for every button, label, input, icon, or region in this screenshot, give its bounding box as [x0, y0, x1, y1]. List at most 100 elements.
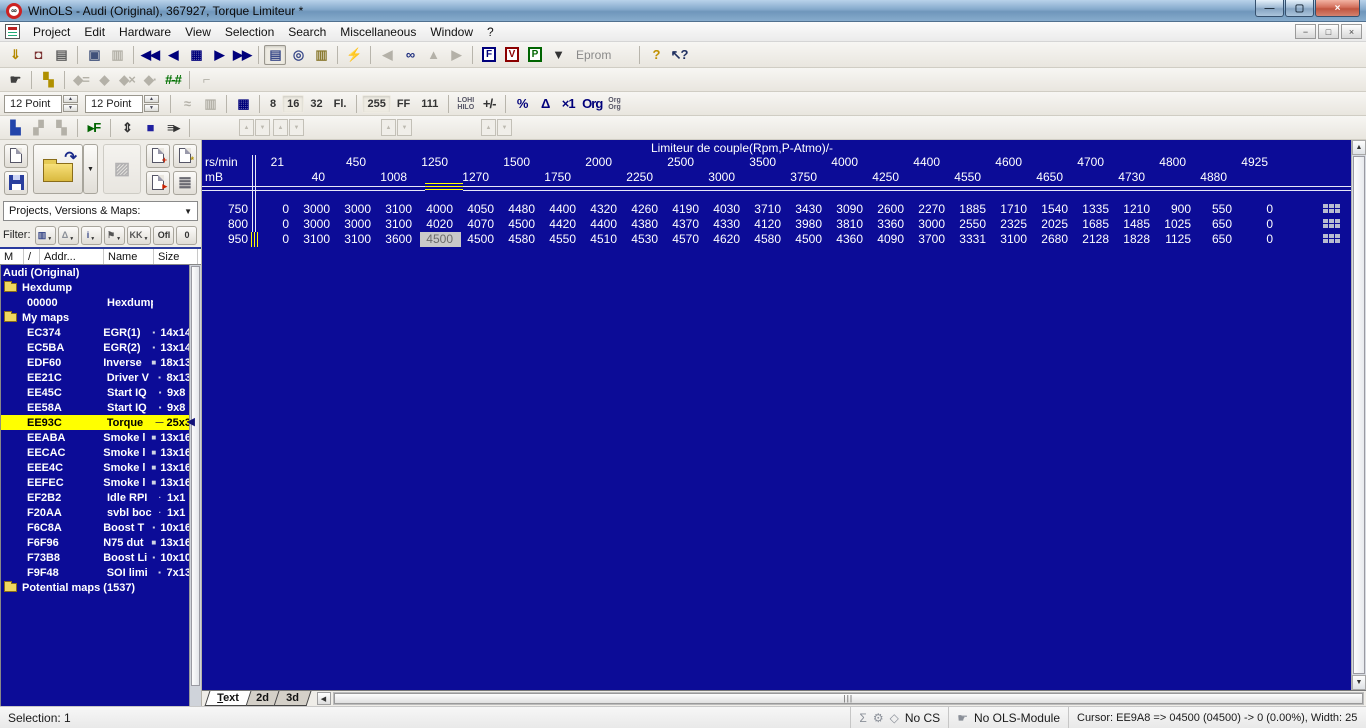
tree-map-row[interactable]: EDF60 Inverse ■ 18x13 — [1, 355, 191, 370]
search-preview-icon[interactable]: ◎ — [287, 45, 309, 65]
map-cell[interactable]: 1485 — [1117, 217, 1158, 232]
tab-3d[interactable]: 3d — [273, 691, 311, 706]
map-cell[interactable]: 1210 — [1117, 202, 1158, 217]
sign-button[interactable]: +/- — [478, 94, 500, 114]
tree-folder-row[interactable]: My maps — [1, 310, 191, 325]
map-cell[interactable]: 4510 — [584, 232, 625, 247]
map-cell[interactable]: 3360 — [871, 217, 912, 232]
functions-toggle-button[interactable]: F — [478, 45, 500, 65]
map-cell[interactable]: 0 — [256, 217, 297, 232]
menu-item-edit[interactable]: Edit — [77, 23, 112, 41]
tree-map-row[interactable]: F20AA svbl boc · 1x1 — [1, 505, 191, 520]
map-cell[interactable]: 4330 — [707, 217, 748, 232]
map-cell[interactable]: 1025 — [1158, 217, 1199, 232]
original-button[interactable]: Org — [580, 94, 604, 114]
percent-button[interactable]: % — [511, 94, 533, 114]
map-cell[interactable]: 4580 — [748, 232, 789, 247]
splitter-collapse-icon[interactable]: ◀ — [187, 415, 195, 428]
map-cell[interactable]: 2270 — [912, 202, 953, 217]
variables-toggle-button[interactable]: V — [501, 45, 523, 65]
map-cell[interactable]: 4030 — [707, 202, 748, 217]
selection-color-icon[interactable]: ■ — [139, 118, 161, 138]
eprom-chip-icon[interactable]: ▥ — [310, 45, 332, 65]
map-cell[interactable]: 4020 — [420, 217, 461, 232]
map-cell[interactable]: 3810 — [830, 217, 871, 232]
map-cell[interactable]: 4500 — [789, 232, 830, 247]
map-cell[interactable]: 4000 — [420, 202, 461, 217]
mode-ff-button[interactable]: FF — [392, 95, 415, 113]
map-cell[interactable]: 4530 — [625, 232, 666, 247]
map-cell[interactable]: 0 — [1240, 202, 1281, 217]
nav-next-icon[interactable]: ▶ — [208, 45, 230, 65]
map-range-icon[interactable]: #-# — [162, 70, 184, 90]
map-cell[interactable]: 2025 — [1035, 217, 1076, 232]
map-cell[interactable]: 4480 — [502, 202, 543, 217]
database-icon[interactable]: ◘ — [27, 45, 49, 65]
spin-up-icon[interactable]: ▲ — [144, 95, 159, 103]
hscroll-thumb[interactable]: ||| — [333, 693, 1363, 704]
map-wizard-icon[interactable]: ▙ — [4, 118, 26, 138]
hscroll-track[interactable]: ||| — [332, 692, 1364, 705]
print-icon[interactable]: ▤ — [50, 45, 72, 65]
connector-icon[interactable]: ⚡ — [343, 45, 365, 65]
nav-first-icon[interactable]: ◀◀ — [139, 45, 161, 65]
sidebar-scrollbar-thumb[interactable] — [191, 266, 200, 686]
map-cell[interactable]: 4570 — [666, 232, 707, 247]
binoculars-icon[interactable]: ∞ — [399, 45, 421, 65]
mdi-close-button[interactable]: × — [1341, 24, 1362, 39]
menu-item-window[interactable]: Window — [423, 23, 480, 41]
filter-zero-button[interactable]: 0 — [176, 225, 198, 245]
tree-map-row[interactable]: EECAC Smoke l ■ 13x16 — [1, 445, 191, 460]
map-cell[interactable]: 3700 — [912, 232, 953, 247]
mdi-minimize-button[interactable]: − — [1295, 24, 1316, 39]
map-cell[interactable]: 4400 — [584, 217, 625, 232]
properties-window-icon[interactable]: ▣ — [83, 45, 105, 65]
map-cell[interactable]: 1335 — [1076, 202, 1117, 217]
map-cell[interactable]: 650 — [1199, 217, 1240, 232]
filter-ofl-button[interactable]: Ofl — [153, 225, 175, 245]
minimize-button[interactable]: — — [1255, 0, 1284, 17]
map-cell[interactable]: 4400 — [543, 202, 584, 217]
filter-delta-button[interactable]: Δ ▼ — [57, 225, 79, 245]
map-cell[interactable]: 3710 — [748, 202, 789, 217]
map-cell[interactable]: 4500 — [461, 232, 502, 247]
map-cell[interactable]: 4260 — [625, 202, 666, 217]
map-cell[interactable]: 0 — [256, 232, 297, 247]
map-cell[interactable]: 3100 — [379, 217, 420, 232]
tree-map-row[interactable]: EE45C Start IQ ▪ 9x8 — [1, 385, 191, 400]
map-cell[interactable]: 4550 — [543, 232, 584, 247]
projects-versions-maps-combo[interactable]: Projects, Versions & Maps: ▼ — [3, 201, 198, 221]
hand-select-icon[interactable]: ☛ — [4, 70, 26, 90]
map-vscroll-thumb[interactable] — [1353, 156, 1365, 674]
column-header-size[interactable]: Size — [154, 249, 198, 264]
filter-kk-button[interactable]: KK ▼ — [126, 225, 152, 245]
nav-prev-icon[interactable]: ◀ — [162, 45, 184, 65]
map-cell[interactable]: 3000 — [338, 217, 379, 232]
filter-flag-button[interactable]: ⚑ ▼ — [103, 225, 125, 245]
tree-map-row[interactable]: EF2B2 Idle RPI · 1x1 — [1, 490, 191, 505]
column-header-name[interactable]: Name — [104, 249, 154, 264]
tree-map-row[interactable]: F6C8A Boost T ▪ 10x16 — [1, 520, 191, 535]
scroll-left-icon[interactable]: ◀ — [316, 692, 331, 705]
folder-function-icon[interactable]: ▸F — [83, 118, 105, 138]
scroll-down-icon[interactable]: ▼ — [1352, 675, 1366, 690]
map-cell[interactable]: 1685 — [1076, 217, 1117, 232]
map-vertical-scrollbar[interactable]: ▲ ▼ — [1351, 140, 1366, 690]
map-cell[interactable]: 4090 — [871, 232, 912, 247]
new-project-button[interactable] — [4, 143, 28, 168]
eprom-list-button[interactable]: ≣ — [173, 170, 197, 195]
map-cell[interactable]: 3600 — [379, 232, 420, 247]
font-size-spinner-1[interactable]: 12 Point ▲ ▼ — [4, 94, 78, 113]
map-cell[interactable]: 3100 — [379, 202, 420, 217]
map-cell[interactable]: 3000 — [297, 217, 338, 232]
map-list-icon[interactable]: ▤ — [264, 44, 286, 65]
map-cell[interactable]: 3980 — [789, 217, 830, 232]
map-cell[interactable]: 4190 — [666, 202, 707, 217]
scroll-up-icon[interactable]: ▲ — [1352, 140, 1366, 155]
map-cell[interactable]: 3100 — [338, 232, 379, 247]
help-icon[interactable]: ? — [645, 45, 667, 65]
map-cell[interactable]: 0 — [256, 202, 297, 217]
map-cell[interactable]: 1710 — [994, 202, 1035, 217]
map-cell[interactable]: 3000 — [338, 202, 379, 217]
map-cell[interactable]: 2550 — [953, 217, 994, 232]
